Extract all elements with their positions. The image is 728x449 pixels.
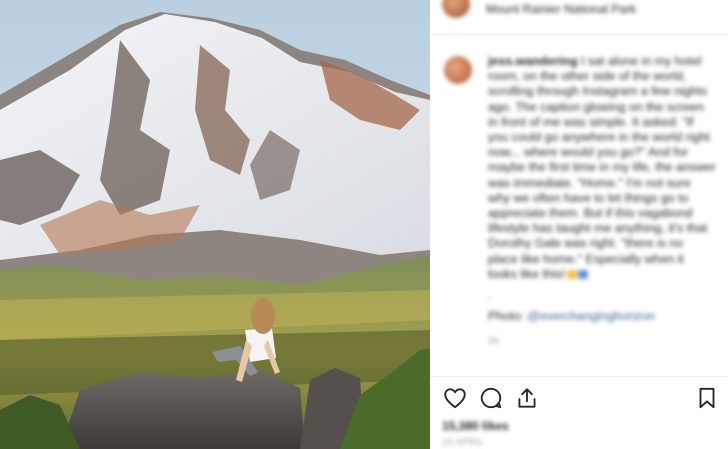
emoji-icon	[578, 270, 589, 280]
post-side-panel: Mount Rainier National Park jess.wanderi…	[430, 0, 728, 449]
share-icon[interactable]	[514, 385, 540, 411]
action-bar: 15,380 likes 16 APRIL	[430, 376, 728, 449]
photo-credit-line: Photo: @everchanginghorizon	[488, 309, 716, 324]
post-header: Mount Rainier National Park	[430, 0, 728, 35]
location-link[interactable]: Mount Rainier National Park	[486, 2, 636, 16]
post-photo[interactable]	[0, 0, 430, 449]
avatar[interactable]	[442, 0, 470, 18]
photo-credit-label: Photo:	[488, 309, 524, 324]
post-date: 16 APRIL	[442, 437, 485, 447]
emoji-icon	[567, 270, 578, 280]
caption-separator: .	[488, 288, 492, 303]
caption-section: jess.wandering I sat alone in my hotel r…	[430, 46, 728, 376]
photo-credit-link[interactable]: @everchanginghorizon	[527, 309, 655, 323]
comment-icon[interactable]	[478, 385, 504, 411]
bookmark-icon[interactable]	[694, 385, 720, 411]
time-ago: 1h	[488, 336, 500, 348]
likes-count[interactable]: 15,380 likes	[442, 419, 509, 433]
heart-icon[interactable]	[442, 385, 468, 411]
caption-avatar[interactable]	[444, 56, 472, 84]
caption: jess.wandering I sat alone in my hotel r…	[488, 54, 716, 350]
mountain-photo-illustration	[0, 0, 430, 449]
username-link[interactable]: jess.wandering	[488, 54, 578, 68]
caption-text: I sat alone in my hotel room, on the oth…	[488, 54, 716, 281]
